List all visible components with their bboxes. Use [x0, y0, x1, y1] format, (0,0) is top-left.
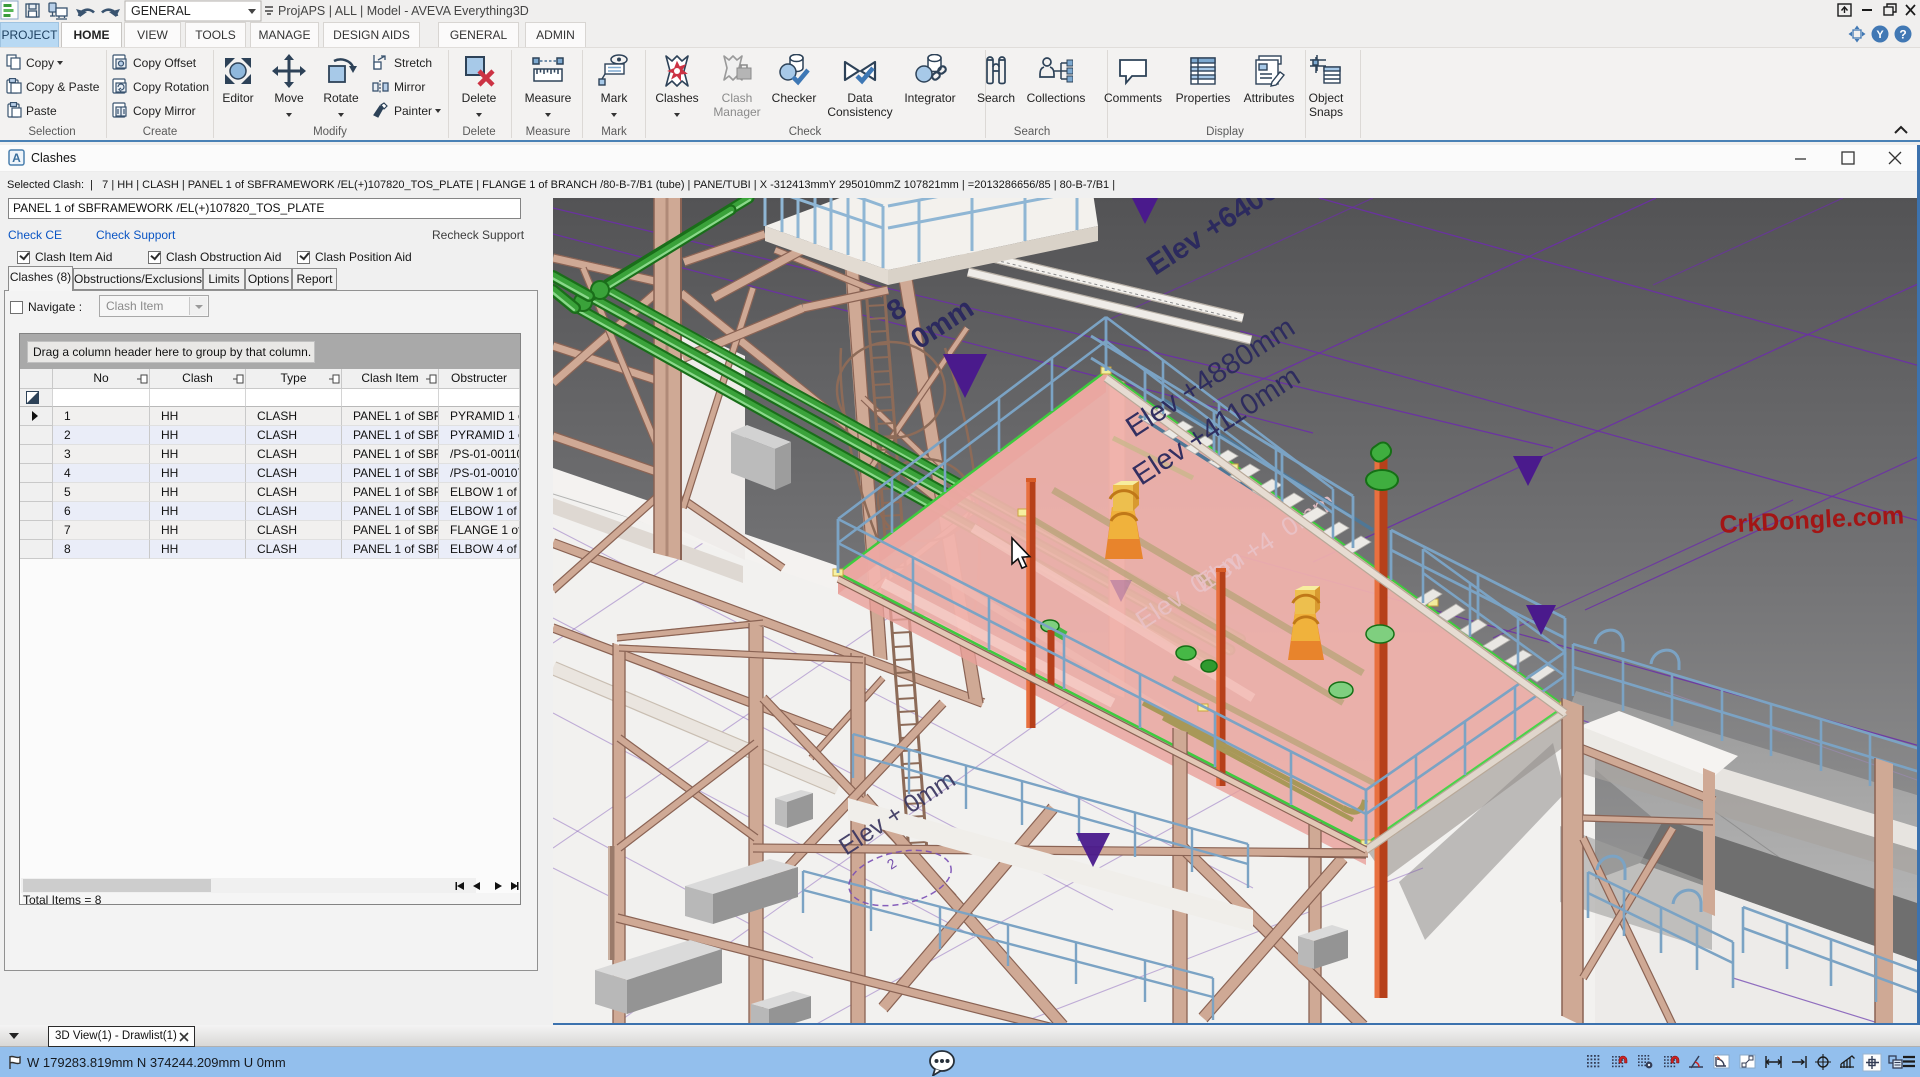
svg-text:A: A [12, 151, 21, 165]
svg-text:GENERAL: GENERAL [131, 4, 191, 18]
svg-text:Y: Y [1876, 29, 1884, 41]
svg-text:?: ? [1899, 28, 1906, 42]
